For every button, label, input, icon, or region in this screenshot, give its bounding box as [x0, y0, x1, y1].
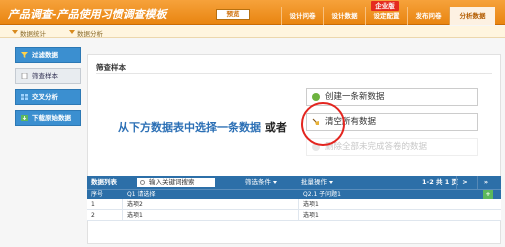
filter-label: 筛选条件: [245, 178, 271, 186]
filter-dropdown[interactable]: 筛选条件: [245, 176, 277, 189]
cell-index: 1: [91, 201, 95, 208]
enterprise-badge: 企业版: [371, 1, 399, 11]
instruction-or: 或者: [264, 121, 287, 134]
chevron-down-icon: [69, 30, 75, 34]
delete-incomplete-label: 删除全部未完成答卷的数据: [325, 142, 428, 152]
chevron-down-icon: [273, 180, 277, 184]
divider: [96, 73, 492, 74]
top-bar: 产品调查-产品使用习惯调查模板 预览 设计问卷 设计数据 设定配置 发布问卷 分…: [0, 0, 505, 25]
sidebar-item-label: 下载原始数据: [32, 114, 71, 122]
cell-q2: 选项1: [303, 201, 319, 208]
sidebar-item-filter[interactable]: 过滤数据: [15, 47, 81, 63]
download-icon: [21, 115, 28, 121]
nav-design-survey[interactable]: 设计问卷: [281, 7, 323, 25]
app-title: 产品调查-产品使用习惯调查模板: [8, 8, 167, 21]
sub-nav: 数据统计 数据分析: [0, 26, 505, 38]
sidebar-item-label: 交叉分析: [32, 93, 58, 101]
subnav-data-stats[interactable]: 数据统计: [20, 28, 46, 38]
next-page-button[interactable]: >: [456, 176, 473, 189]
sidebar-item-cross-analysis[interactable]: 交叉分析: [15, 89, 81, 105]
col-q1: Q1 请选择: [127, 191, 156, 198]
last-page-button[interactable]: »: [477, 176, 494, 189]
plus-circle-icon: [312, 93, 320, 101]
col-index: 序号: [91, 191, 104, 198]
chevron-down-icon: [12, 30, 18, 34]
funnel-icon: [21, 52, 28, 58]
preview-button[interactable]: 预览: [216, 9, 250, 20]
table-row[interactable]: 1 选项2 选项1: [87, 199, 501, 210]
list-toolbar: 数据列表 输入关键词搜索 筛选条件 批量操作 1-2 共 1 页 > »: [87, 176, 501, 189]
page-title: 筛查样本: [96, 63, 126, 72]
sidebar-item-label: 过滤数据: [32, 51, 58, 59]
cross-analysis-icon: [21, 94, 28, 100]
sidebar-item-label: 筛查样本: [32, 72, 58, 80]
search-icon: [140, 180, 145, 185]
instruction-main: 从下方数据表中选择一条数据: [118, 121, 261, 134]
data-list: 数据列表 输入关键词搜索 筛选条件 批量操作 1-2 共 1 页 > » 序号 …: [87, 176, 501, 221]
batch-dropdown[interactable]: 批量操作: [301, 176, 333, 189]
chevron-down-icon: [329, 180, 333, 184]
table-header: 序号 Q1 请选择 Q2.1 子问题1 +: [87, 189, 501, 199]
cell-q1: 选项1: [127, 212, 143, 219]
nav-design-data[interactable]: 设计数据: [323, 7, 365, 25]
cell-q1: 选项2: [127, 201, 143, 208]
document-icon: [21, 73, 28, 79]
col-q2: Q2.1 子问题1: [303, 191, 341, 198]
nav-analyze-data[interactable]: 分析数据: [449, 7, 495, 25]
sidebar-item-download[interactable]: 下载原始数据: [15, 110, 81, 126]
sidebar: 过滤数据 筛查样本 交叉分析 下载原始数据: [15, 47, 81, 131]
search-placeholder: 输入关键词搜索: [149, 178, 195, 186]
subnav-data-analysis[interactable]: 数据分析: [77, 28, 103, 38]
table-row[interactable]: 2 选项1 选项1: [87, 210, 501, 221]
highlight-circle: [301, 102, 345, 146]
list-title: 数据列表: [91, 178, 117, 186]
instruction-text: 从下方数据表中选择一条数据 或者: [118, 119, 287, 135]
create-data-label: 创建一条新数据: [325, 92, 385, 102]
nav-publish[interactable]: 发布问卷: [407, 7, 449, 25]
search-input[interactable]: 输入关键词搜索: [137, 178, 215, 187]
cell-index: 2: [91, 212, 95, 219]
pagination-text: 1-2 共 1 页: [422, 178, 459, 186]
batch-label: 批量操作: [301, 178, 327, 186]
cell-q2: 选项1: [303, 212, 319, 219]
sidebar-item-screen-sample[interactable]: 筛查样本: [15, 68, 81, 84]
add-column-button[interactable]: +: [483, 190, 493, 199]
